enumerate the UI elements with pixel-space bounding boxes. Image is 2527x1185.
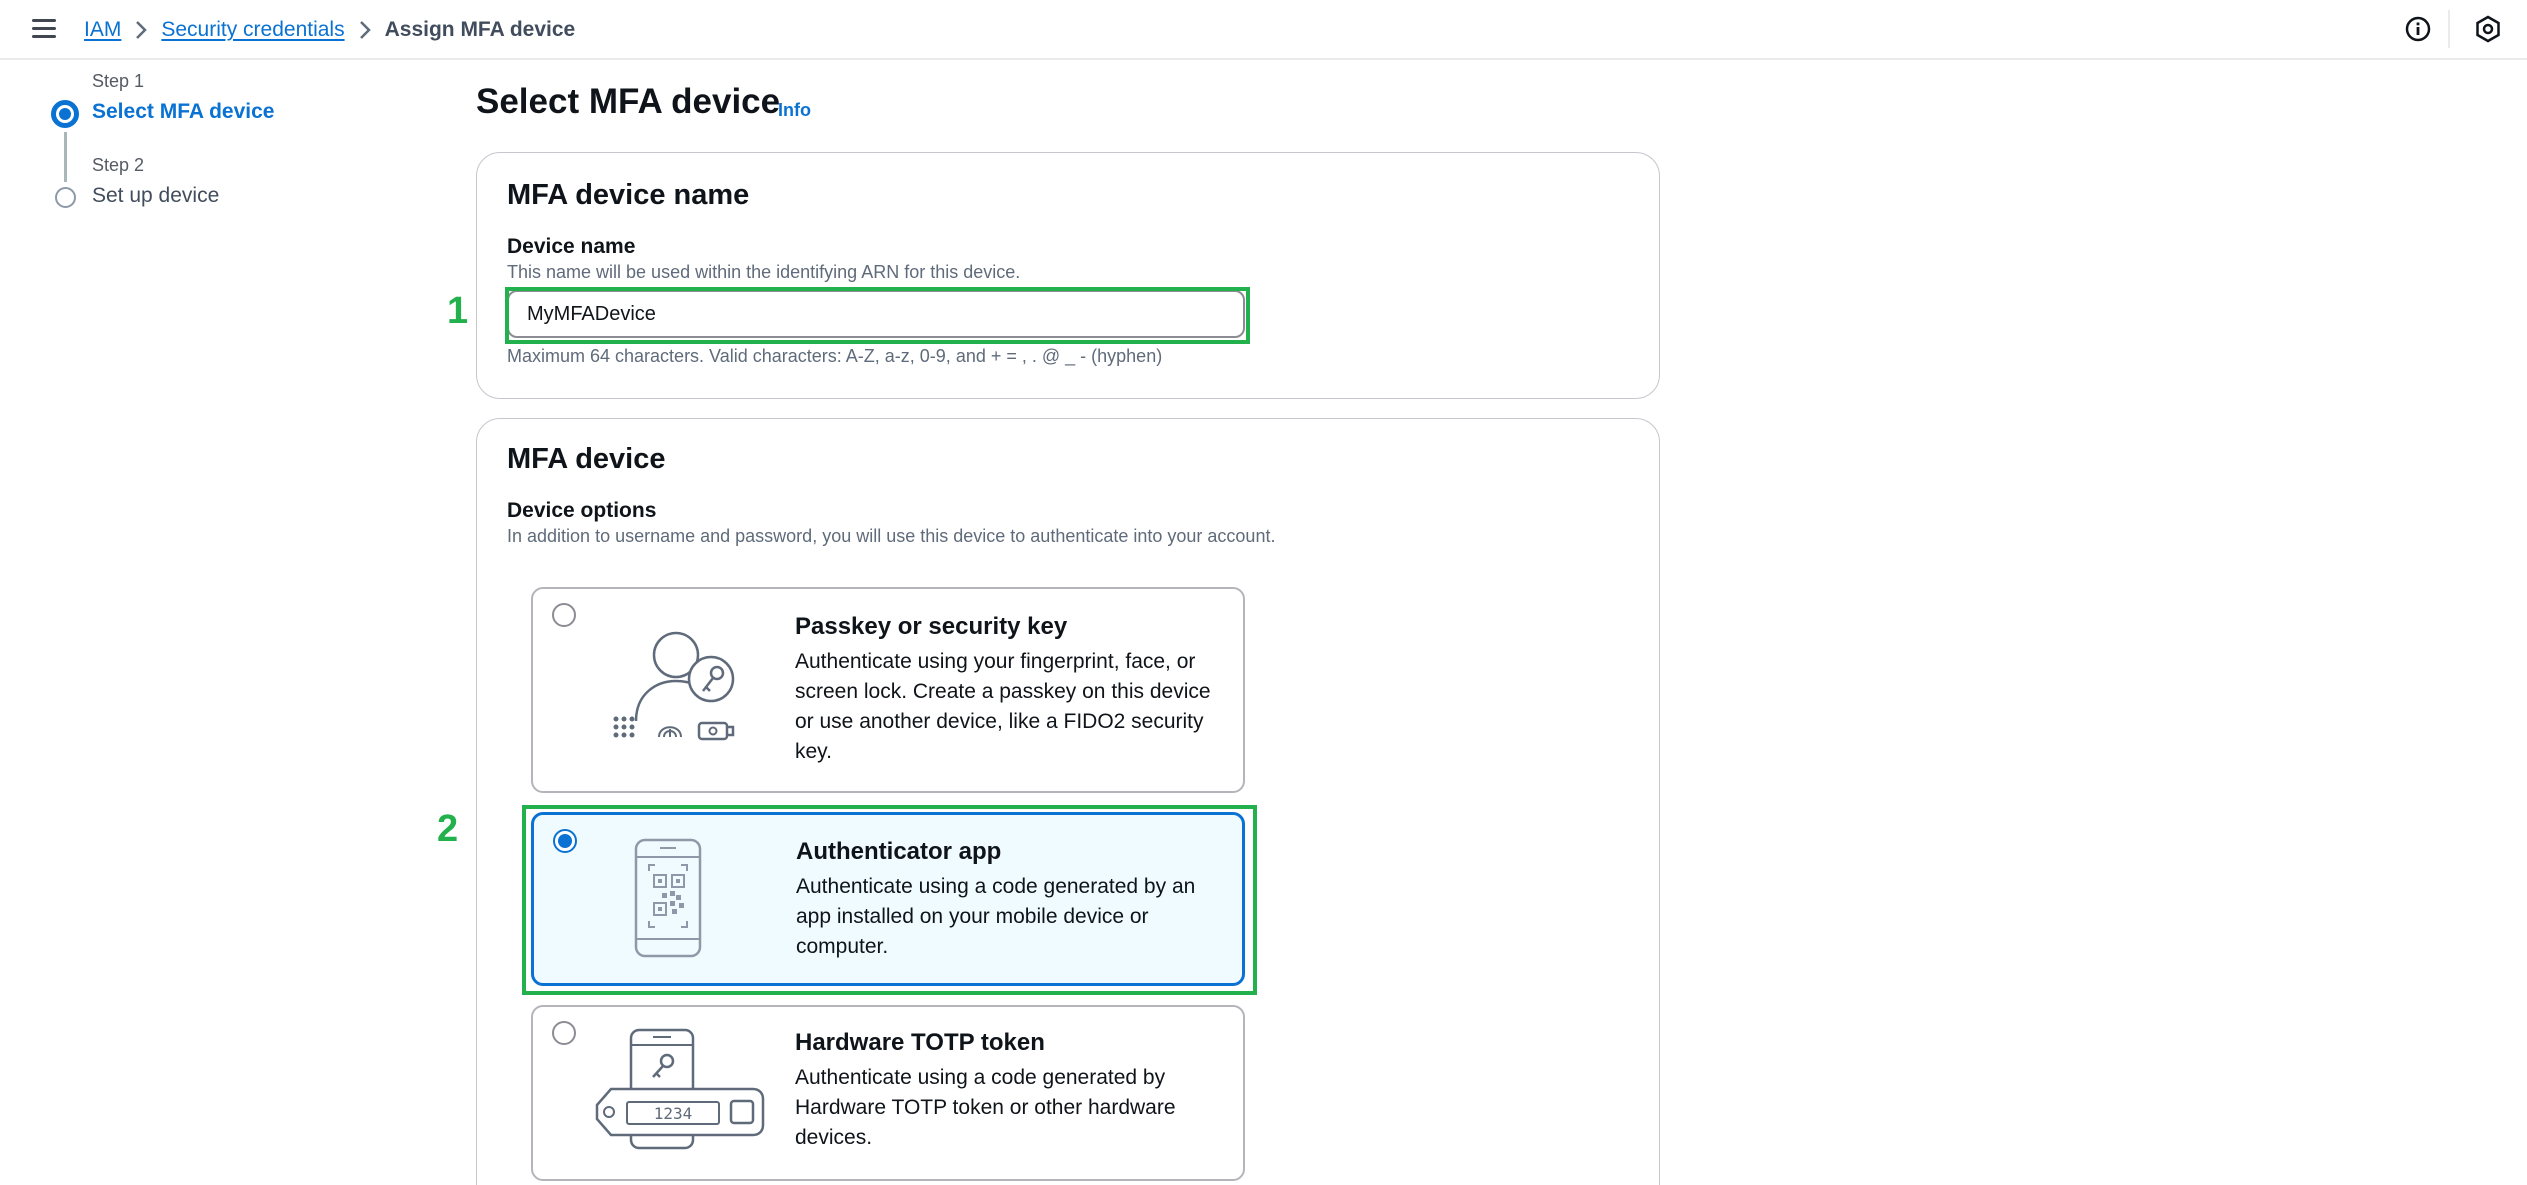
settings-hexagon-icon[interactable] bbox=[2473, 14, 2503, 44]
option-passkey-tile[interactable]: Passkey or security key Authenticate usi… bbox=[531, 587, 1245, 793]
device-name-label: Device name bbox=[507, 235, 636, 258]
step-2-label: Step 2 bbox=[92, 155, 145, 175]
breadcrumb: IAM Security credentials Assign MFA devi… bbox=[84, 14, 575, 46]
option-hardware-totp-tile[interactable]: 1234 Hardware TOTP token Authenticate us… bbox=[531, 1005, 1245, 1181]
step-connector bbox=[64, 132, 67, 182]
option-title: Hardware TOTP token bbox=[795, 1029, 1045, 1056]
breadcrumb-link-security-credentials[interactable]: Security credentials bbox=[161, 18, 344, 42]
device-options-label: Device options bbox=[507, 499, 657, 522]
step-1-label: Step 1 bbox=[92, 71, 145, 91]
panel-heading: MFA device bbox=[507, 443, 666, 475]
chevron-right-icon bbox=[345, 14, 385, 46]
passkey-radio[interactable] bbox=[552, 603, 576, 627]
breadcrumb-current: Assign MFA device bbox=[384, 18, 576, 41]
option-title: Passkey or security key bbox=[795, 613, 1068, 640]
menu-icon[interactable] bbox=[32, 19, 56, 39]
breadcrumb-link-iam[interactable]: IAM bbox=[84, 18, 121, 42]
step-1-title[interactable]: Select MFA device bbox=[92, 100, 274, 124]
page-title: Select MFA device bbox=[476, 82, 781, 121]
option-description: Authenticate using a code generated by a… bbox=[796, 875, 1196, 958]
annotation-marker-2: 2 bbox=[437, 808, 459, 850]
option-description: Authenticate using your fingerprint, fac… bbox=[795, 650, 1211, 763]
step-1-indicator-icon bbox=[51, 100, 79, 128]
device-name-constraint: Maximum 64 characters. Valid characters:… bbox=[507, 346, 1163, 366]
authenticator-app-radio[interactable] bbox=[553, 829, 577, 853]
option-description: Authenticate using a code generated by H… bbox=[795, 1066, 1176, 1149]
chevron-right-icon bbox=[121, 14, 161, 46]
annotation-marker-1: 1 bbox=[447, 290, 469, 332]
passkey-icon bbox=[611, 629, 761, 754]
device-name-description: This name will be used within the identi… bbox=[507, 262, 1021, 282]
info-circle-icon[interactable] bbox=[2403, 14, 2433, 44]
option-title: Authenticator app bbox=[796, 838, 1002, 865]
hardware-totp-radio[interactable] bbox=[552, 1021, 576, 1045]
hardware-token-icon: 1234 bbox=[593, 1027, 768, 1157]
device-options-description: In addition to username and password, yo… bbox=[507, 526, 1276, 546]
top-navigation-bar: IAM Security credentials Assign MFA devi… bbox=[0, 0, 2527, 60]
mfa-device-name-panel: MFA device name Device name This name wi… bbox=[476, 152, 1660, 399]
step-2-title: Set up device bbox=[92, 184, 220, 207]
authenticator-app-icon bbox=[612, 837, 732, 967]
device-name-input[interactable] bbox=[507, 290, 1245, 338]
token-display-digits: 1234 bbox=[654, 1104, 693, 1123]
panel-heading: MFA device name bbox=[507, 179, 750, 211]
step-2-indicator-icon bbox=[55, 187, 76, 208]
info-link[interactable]: Info bbox=[778, 100, 811, 121]
toolbar-divider bbox=[2448, 10, 2450, 48]
option-authenticator-app-tile[interactable]: Authenticator app Authenticate using a c… bbox=[531, 812, 1245, 986]
